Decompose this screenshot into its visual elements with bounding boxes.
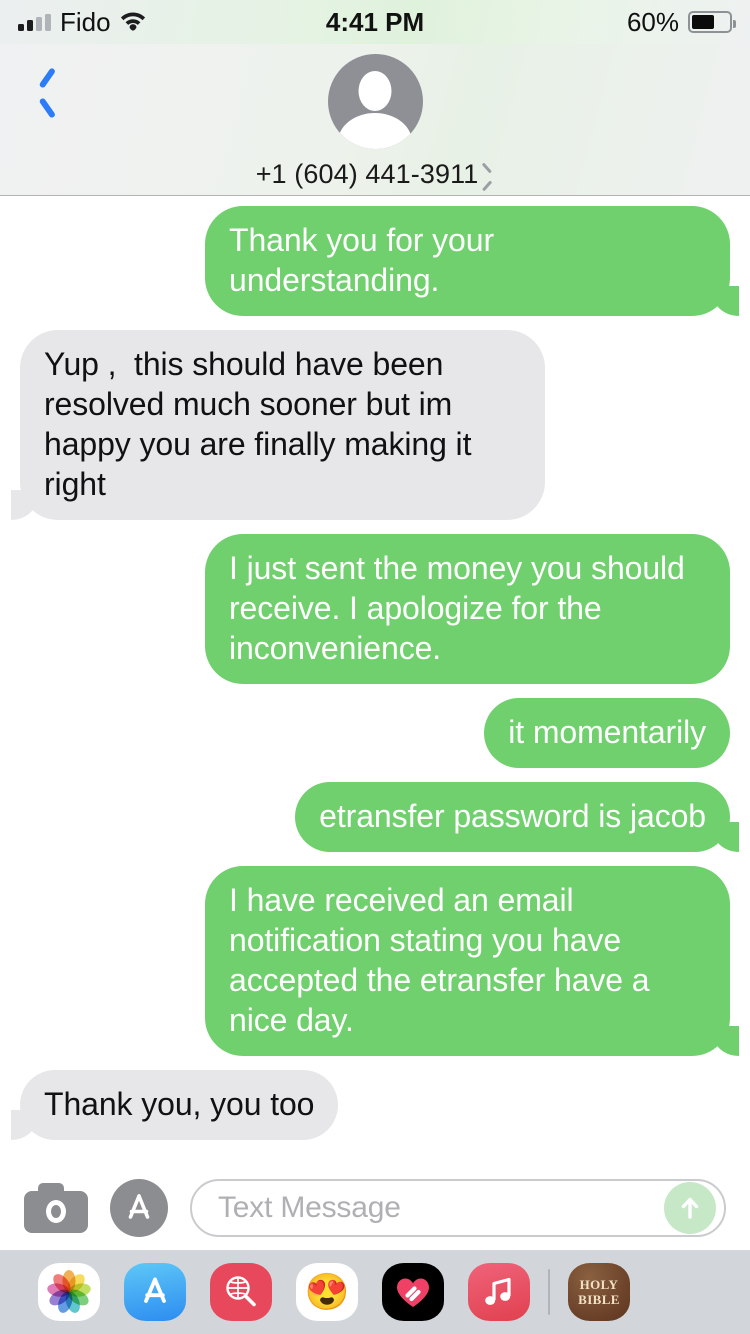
message-bubble-out[interactable]: I just sent the money you should receive…: [205, 534, 730, 684]
message-row-out: etransfer password is jacob: [0, 782, 750, 852]
message-bubble-in[interactable]: Yup , this should have been resolved muc…: [2, 330, 545, 520]
status-bar: Fido 4:41 PM 60%: [0, 0, 750, 44]
messages-screen: Fido 4:41 PM 60% +1 (604) 441-3911 Thank…: [0, 0, 750, 1334]
avatar-body: [338, 113, 412, 149]
send-button[interactable]: [664, 1182, 716, 1234]
app-store-app-icon: [124, 1263, 186, 1321]
apple-music-love-app-button[interactable]: [370, 1263, 456, 1321]
images-search-app-icon: [210, 1263, 272, 1321]
memoji-face-glyph: 😍: [304, 1271, 350, 1312]
message-bubble-out[interactable]: it momentarily: [484, 698, 730, 768]
holy-bible-app-icon: HOLY BIBLE: [568, 1263, 630, 1321]
message-text-field[interactable]: Text Message: [190, 1179, 726, 1237]
battery-icon: [688, 11, 736, 33]
status-bar-clock: 4:41 PM: [325, 6, 425, 37]
message-row-in: Thank you, you too: [0, 1070, 750, 1140]
images-search-app-button[interactable]: [198, 1263, 284, 1321]
message-bubble-in[interactable]: Thank you, you too: [1, 1070, 339, 1140]
message-bubble-out[interactable]: Thank you for your understanding.: [205, 206, 748, 316]
battery-nub: [733, 20, 736, 28]
avatar-head: [358, 71, 392, 111]
chevron-right-icon[interactable]: [485, 167, 494, 185]
camera-icon[interactable]: [24, 1183, 88, 1233]
photos-app-icon: [38, 1263, 100, 1321]
message-bubble-out[interactable]: I have received an email notification st…: [205, 866, 748, 1056]
apple-music-app-button[interactable]: [456, 1263, 542, 1321]
message-placeholder: Text Message: [218, 1191, 401, 1224]
bible-label-line2: BIBLE: [578, 1292, 620, 1307]
message-row-in: Yup , this should have been resolved muc…: [0, 330, 750, 520]
message-input-bar: Text Message: [0, 1166, 750, 1250]
message-bubble-out[interactable]: etransfer password is jacob: [295, 782, 748, 852]
camera-lens: [46, 1200, 66, 1223]
message-row-out: it momentarily: [0, 698, 750, 768]
message-row-out: I have received an email notification st…: [0, 866, 750, 1056]
battery-fill: [692, 15, 714, 29]
memoji-app-icon: 😍: [296, 1263, 358, 1321]
apple-music-app-icon: [468, 1263, 530, 1321]
message-thread[interactable]: Thank you for your understanding. Yup , t…: [0, 196, 750, 1166]
drawer-divider: [548, 1269, 550, 1315]
contact-name-label: +1 (604) 441-3911: [255, 159, 479, 189]
app-store-icon[interactable]: [110, 1179, 168, 1237]
photos-app-button[interactable]: [26, 1263, 112, 1321]
holy-bible-app-button[interactable]: HOLY BIBLE: [556, 1263, 642, 1321]
app-store-app-button[interactable]: [112, 1263, 198, 1321]
message-row-out: Thank you for your understanding.: [0, 206, 750, 316]
contact-info[interactable]: +1 (604) 441-3911: [0, 54, 750, 190]
message-row-out: I just sent the money you should receive…: [0, 534, 750, 684]
contact-name-row[interactable]: +1 (604) 441-3911: [256, 159, 495, 190]
conversation-header: +1 (604) 441-3911: [0, 44, 750, 196]
apple-music-love-app-icon: [382, 1263, 444, 1321]
memoji-app-button[interactable]: 😍: [284, 1263, 370, 1321]
imessage-app-drawer[interactable]: 😍 HOLY BIBLE: [0, 1250, 750, 1334]
person-placeholder-avatar[interactable]: [327, 54, 423, 149]
bible-label-line1: HOLY: [579, 1277, 619, 1292]
